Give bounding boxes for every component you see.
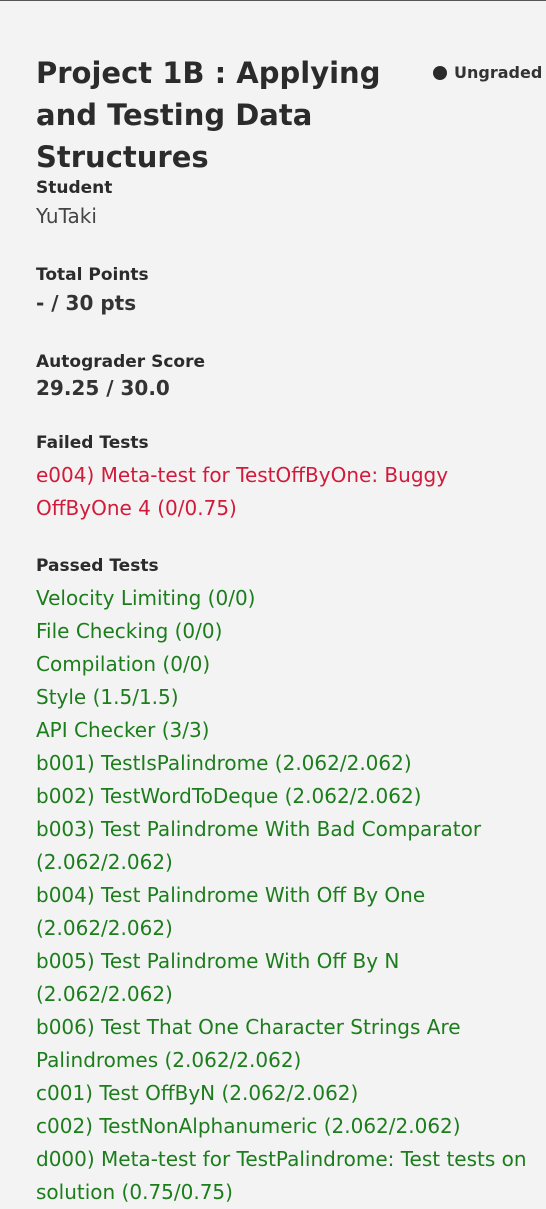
student-label: Student (36, 178, 113, 198)
autograder-score-section: Autograder Score 29.25 / 30.0 (36, 350, 546, 402)
passed-test-item: File Checking (0/0) (36, 619, 223, 643)
passed-test-item: b004) Test Palindrome With Off By One (2… (36, 883, 426, 940)
top-divider (0, 0, 546, 1)
passed-test-item: b001) TestIsPalindrome (2.062/2.062) (36, 751, 412, 775)
passed-test-item: d000) Meta-test for TestPalindrome: Test… (36, 1147, 527, 1204)
autograder-score-value: 29.25 / 30.0 (36, 376, 170, 400)
student-section: Student YuTaki (36, 176, 546, 233)
passed-test-item: Velocity Limiting (0/0) (36, 586, 256, 610)
total-points-value: - / 30 pts (36, 291, 137, 315)
submission-header: Project 1B : Applying and Testing Data S… (36, 52, 546, 178)
passed-test-item: c001) Test OffByN (2.062/2.062) (36, 1081, 359, 1105)
passed-tests-list: Velocity Limiting (0/0) File Checking (0… (36, 582, 546, 1209)
passed-test-item: Compilation (0/0) (36, 652, 211, 676)
passed-tests-label: Passed Tests (36, 556, 159, 576)
failed-test-item: e004) Meta-test for TestOffByOne: Buggy … (36, 463, 449, 520)
status-dot-icon (433, 65, 447, 80)
failed-tests-section: Failed Tests e004) Meta-test for TestOff… (36, 431, 546, 525)
passed-test-item: b006) Test That One Character Strings Ar… (36, 1015, 461, 1072)
total-points-label: Total Points (36, 265, 149, 285)
passed-tests-section: Passed Tests Velocity Limiting (0/0) Fil… (36, 554, 546, 1209)
passed-test-item: API Checker (3/3) (36, 718, 210, 742)
passed-test-item: c002) TestNonAlphanumeric (2.062/2.062) (36, 1114, 461, 1138)
failed-tests-list: e004) Meta-test for TestOffByOne: Buggy … (36, 459, 546, 525)
student-name: YuTaki (36, 204, 97, 228)
status-badge: Ungraded (433, 63, 542, 82)
page-title: Project 1B : Applying and Testing Data S… (36, 56, 381, 174)
passed-test-item: b002) TestWordToDeque (2.062/2.062) (36, 784, 422, 808)
autograder-score-label: Autograder Score (36, 352, 206, 372)
passed-test-item: b005) Test Palindrome With Off By N (2.0… (36, 949, 400, 1006)
failed-tests-label: Failed Tests (36, 433, 149, 453)
total-points-section: Total Points - / 30 pts (36, 263, 546, 320)
passed-test-item: Style (1.5/1.5) (36, 685, 179, 709)
passed-test-item: b003) Test Palindrome With Bad Comparato… (36, 817, 482, 874)
status-label: Ungraded (454, 63, 543, 82)
